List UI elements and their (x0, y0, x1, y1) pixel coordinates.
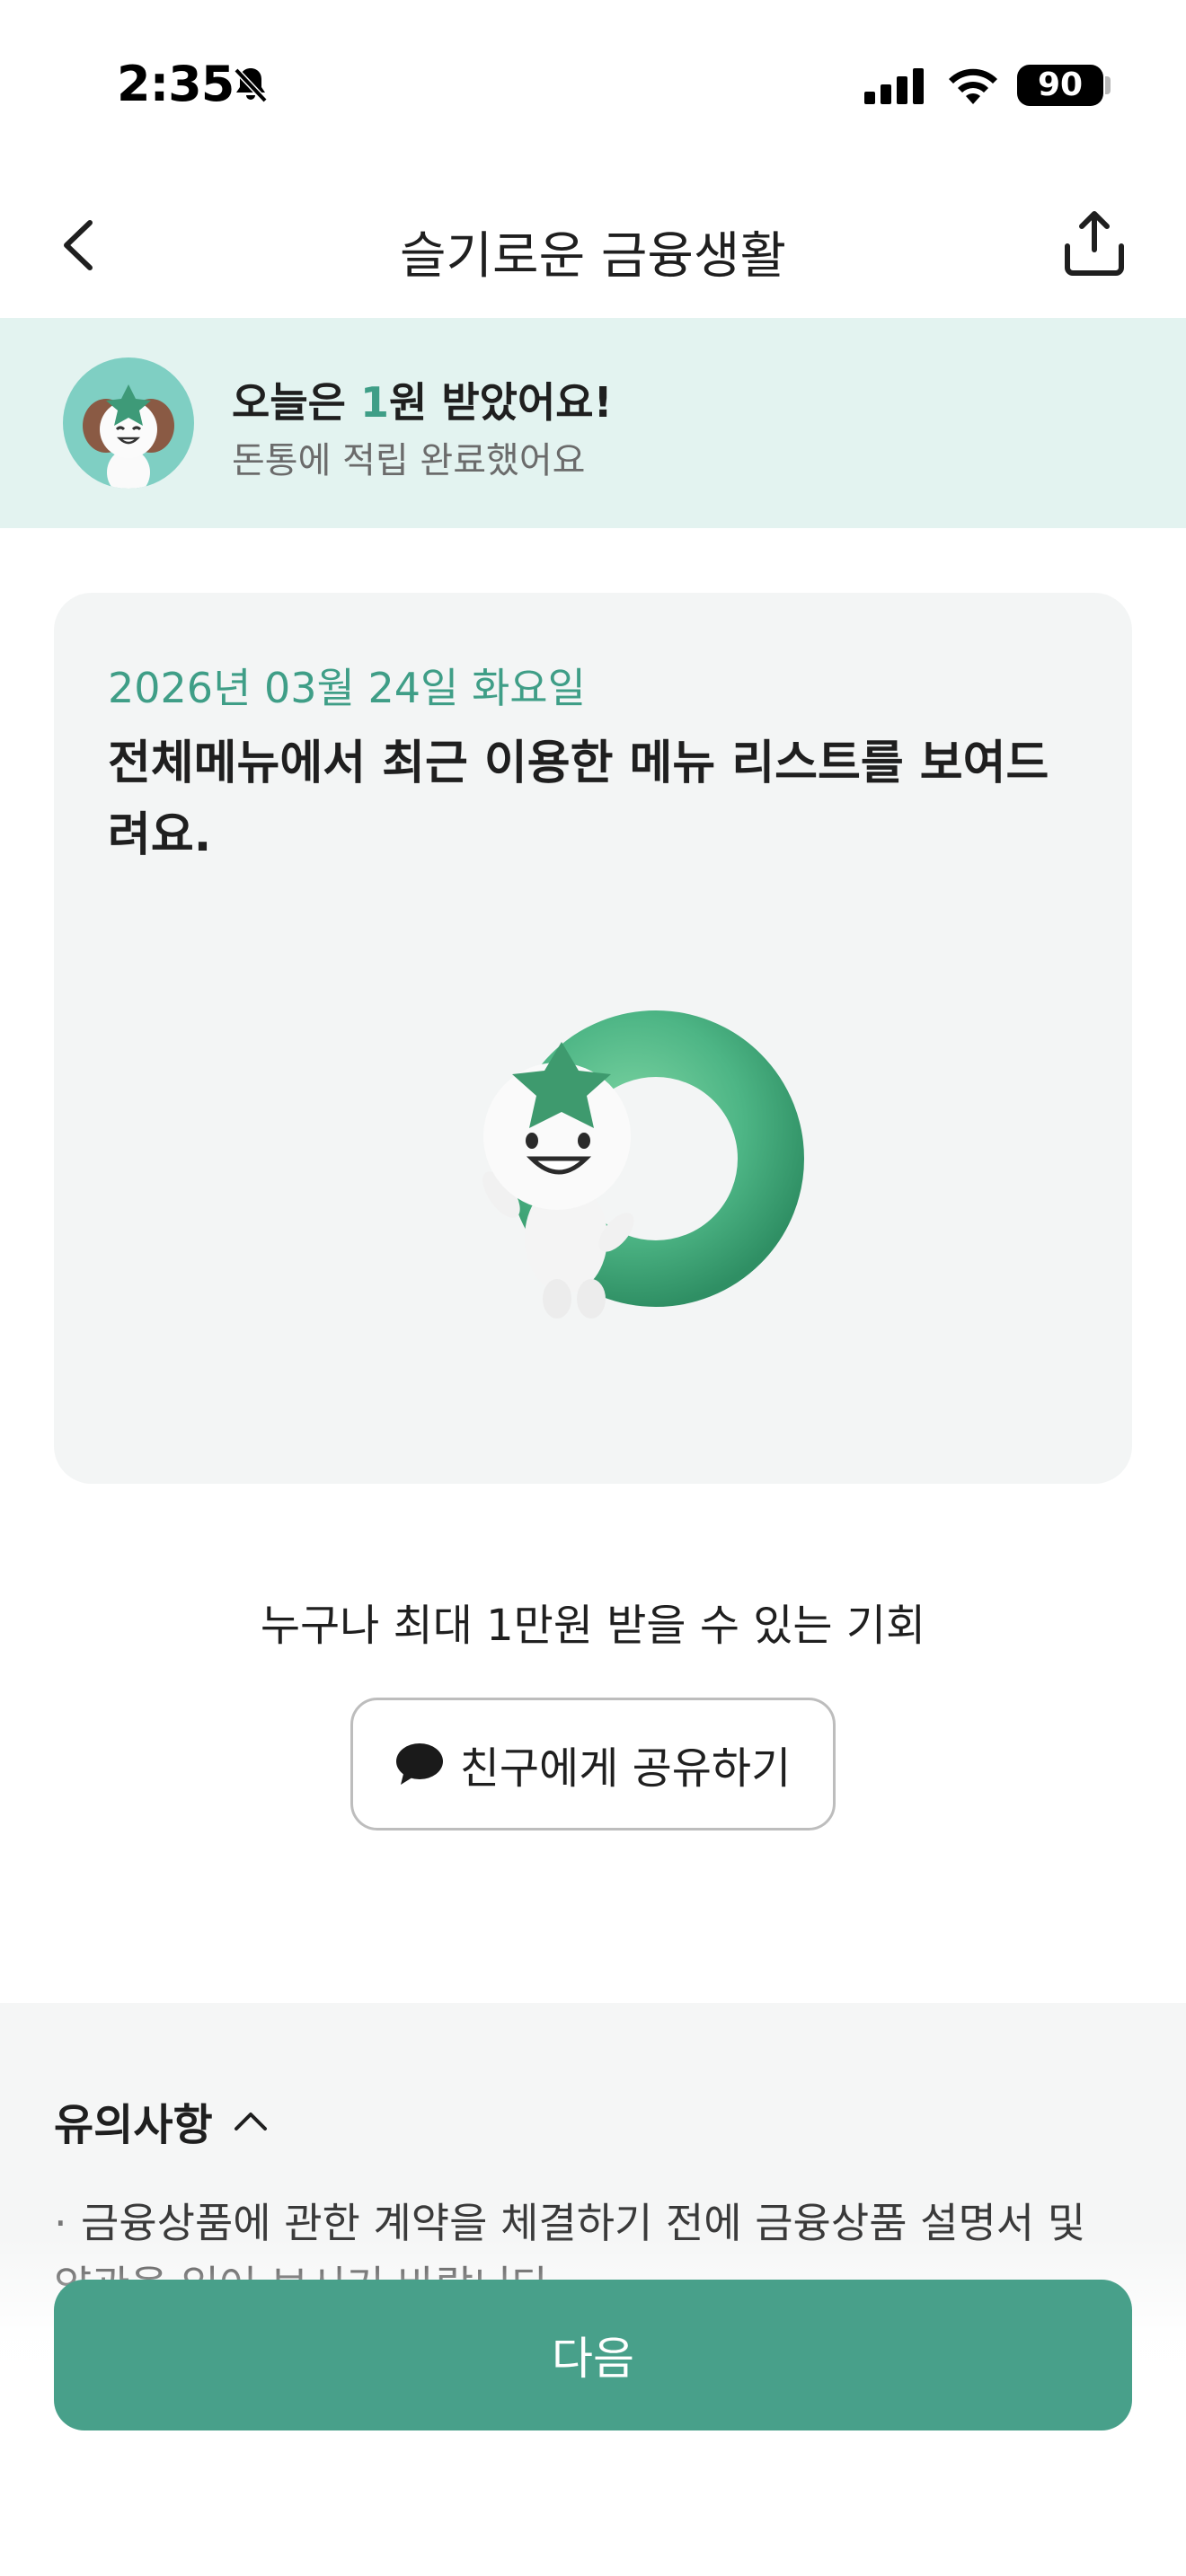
reward-amount: 1 (359, 378, 389, 427)
chat-bubble-icon (395, 1743, 443, 1785)
wifi-icon (949, 68, 997, 104)
notice-title: 유의사항 (54, 2100, 213, 2150)
status-bar: 2:35 90 (0, 0, 1186, 171)
reward-banner: 오늘은 1원 받았어요! 돈통에 적립 완료했어요 (0, 318, 1186, 528)
chevron-up-icon (234, 2113, 267, 2130)
bell-slash-icon (234, 67, 268, 103)
next-button[interactable]: 다음 (54, 2280, 1132, 2430)
signal-icon (864, 68, 924, 104)
nav-bar: 슬기로운 금융생활 (0, 180, 1186, 314)
battery-tip (1105, 76, 1111, 94)
tip-card: 2026년 03월 24일 화요일 전체메뉴에서 최근 이용한 메뉴 리스트를 … (54, 593, 1132, 1484)
share-button-label: 친구에게 공유하기 (459, 1743, 792, 1794)
mascot-avatar (63, 357, 194, 489)
reward-title: 오늘은 1원 받았어요! (232, 378, 613, 427)
mascot-ring-illustration (482, 1010, 804, 1319)
share-to-friend-button[interactable]: 친구에게 공유하기 (350, 1698, 836, 1831)
notice-toggle[interactable]: 유의사항 (54, 2089, 270, 2152)
status-time: 2:35 (117, 56, 235, 112)
tip-text: 전체메뉴에서 최근 이용한 메뉴 리스트를 보여드려요. (108, 737, 1049, 862)
promo-text: 누구나 최대 1만원 받을 수 있는 기회 (260, 1601, 926, 1651)
reward-subtitle: 돈통에 적립 완료했어요 (232, 440, 586, 481)
battery-icon: 90 (1017, 65, 1103, 106)
page-title: 슬기로운 금융생활 (400, 227, 786, 286)
share-upload-icon[interactable] (1060, 207, 1128, 278)
tip-date: 2026년 03월 24일 화요일 (108, 664, 586, 712)
